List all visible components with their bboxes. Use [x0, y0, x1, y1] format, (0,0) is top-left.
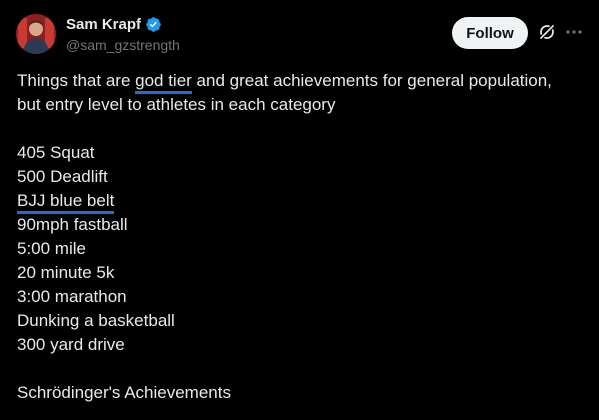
list-item: 300 yard drive — [17, 335, 125, 354]
follow-button[interactable]: Follow — [452, 17, 528, 49]
tweet-intro-line-1: Things that are god tier and great achie… — [17, 69, 583, 94]
tweet-text: Things that are god tier and great achie… — [17, 69, 583, 405]
list-item: 405 Squat — [17, 143, 95, 162]
avatar[interactable] — [16, 14, 56, 54]
list-item: 500 Deadlift — [17, 167, 108, 186]
tweet-intro-after: and great achievements for general popul… — [191, 71, 552, 90]
author-display-name[interactable]: Sam Krapf — [66, 16, 141, 33]
tweet-intro-line-2: but entry level to athletes in each cate… — [17, 95, 336, 114]
bjj-blue-belt-highlight: BJJ blue belt — [17, 191, 115, 214]
list-item: BJJ blue belt — [17, 189, 583, 214]
list-item: 90mph fastball — [17, 215, 128, 234]
tweet-intro-before: Things that are — [17, 71, 136, 90]
more-options-icon[interactable] — [564, 22, 584, 42]
list-item: 20 minute 5k — [17, 263, 115, 282]
verified-badge-icon — [145, 16, 162, 33]
tweet-header: Sam Krapf @sam_gzstrength Follow — [16, 14, 584, 58]
tweet-closing: Schrödinger's Achievements — [17, 383, 231, 402]
author-handle[interactable]: @sam_gzstrength — [66, 37, 180, 53]
list-item: Dunking a basketball — [17, 311, 175, 330]
grok-icon[interactable] — [537, 22, 557, 42]
list-item: 5:00 mile — [17, 239, 86, 258]
god-tier-highlight: god tier — [135, 71, 192, 94]
list-item: 3:00 marathon — [17, 287, 127, 306]
